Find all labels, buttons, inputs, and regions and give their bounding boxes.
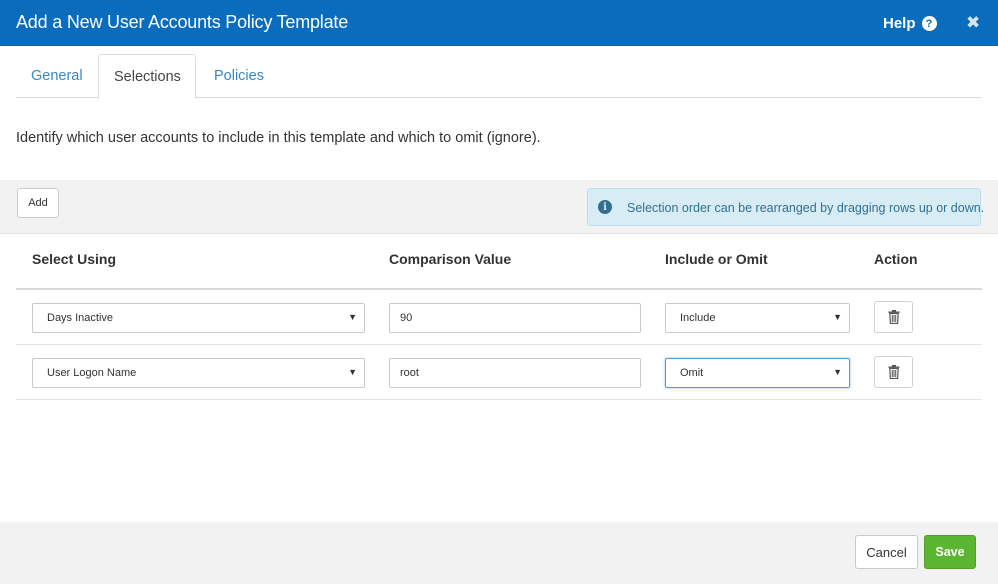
table-row[interactable]: User Logon Name ▼ root Omit ▼ bbox=[16, 345, 982, 400]
delete-row-button[interactable] bbox=[874, 301, 913, 333]
column-header-include-or-omit: Include or Omit bbox=[665, 251, 768, 267]
include-omit-value: Omit bbox=[680, 367, 704, 379]
include-omit-dropdown[interactable]: Omit ▼ bbox=[665, 358, 850, 388]
info-alert: i Selection order can be rearranged by d… bbox=[587, 188, 985, 226]
include-omit-value: Include bbox=[680, 312, 716, 324]
tab-bar: General Selections Policies bbox=[16, 54, 982, 99]
info-text: Selection order can be rearranged by dra… bbox=[627, 201, 985, 215]
column-header-select-using: Select Using bbox=[32, 251, 117, 267]
help-label: Help bbox=[883, 15, 916, 32]
info-circle-icon: i bbox=[598, 200, 612, 214]
caret-down-icon: ▼ bbox=[348, 312, 357, 322]
dialog-titlebar: Add a New User Accounts Policy Template … bbox=[0, 0, 998, 46]
table-header: Select Using Comparison Value Include or… bbox=[16, 235, 982, 290]
dialog-title: Add a New User Accounts Policy Template bbox=[16, 12, 349, 32]
select-using-dropdown[interactable]: Days Inactive ▼ bbox=[32, 303, 365, 333]
comparison-value-input[interactable]: root bbox=[389, 358, 641, 388]
column-header-comparison-value: Comparison Value bbox=[389, 251, 512, 267]
column-header-action: Action bbox=[874, 251, 918, 267]
select-using-dropdown[interactable]: User Logon Name ▼ bbox=[32, 358, 365, 388]
comparison-value-text: 90 bbox=[400, 312, 413, 324]
caret-down-icon: ▼ bbox=[833, 312, 842, 322]
trash-icon bbox=[888, 310, 900, 324]
include-omit-dropdown[interactable]: Include ▼ bbox=[665, 303, 850, 333]
tab-selections[interactable]: Selections bbox=[98, 54, 196, 99]
comparison-value-text: root bbox=[400, 367, 419, 379]
trash-icon bbox=[888, 365, 900, 379]
comparison-value-input[interactable]: 90 bbox=[389, 303, 641, 333]
save-button[interactable]: Save bbox=[924, 535, 976, 569]
select-using-value: Days Inactive bbox=[47, 312, 114, 324]
dialog-footer: Cancel Save bbox=[0, 522, 998, 584]
delete-row-button[interactable] bbox=[874, 356, 913, 388]
question-circle-icon: ? bbox=[921, 16, 937, 31]
help-button[interactable]: Help ? bbox=[883, 15, 937, 32]
table-row[interactable]: Days Inactive ▼ 90 Include ▼ bbox=[16, 290, 982, 345]
close-icon[interactable]: ✖ bbox=[966, 13, 980, 33]
tab-policies[interactable]: Policies bbox=[199, 54, 279, 98]
cancel-button[interactable]: Cancel bbox=[855, 535, 918, 569]
selections-toolbar: Add i Selection order can be rearranged … bbox=[0, 180, 998, 234]
select-using-value: User Logon Name bbox=[47, 367, 137, 379]
caret-down-icon: ▼ bbox=[833, 367, 842, 377]
caret-down-icon: ▼ bbox=[348, 367, 357, 377]
tab-general[interactable]: General bbox=[16, 54, 98, 98]
selections-table: Select Using Comparison Value Include or… bbox=[16, 235, 982, 400]
intro-text: Identify which user accounts to include … bbox=[16, 130, 541, 146]
add-button[interactable]: Add bbox=[17, 188, 59, 218]
